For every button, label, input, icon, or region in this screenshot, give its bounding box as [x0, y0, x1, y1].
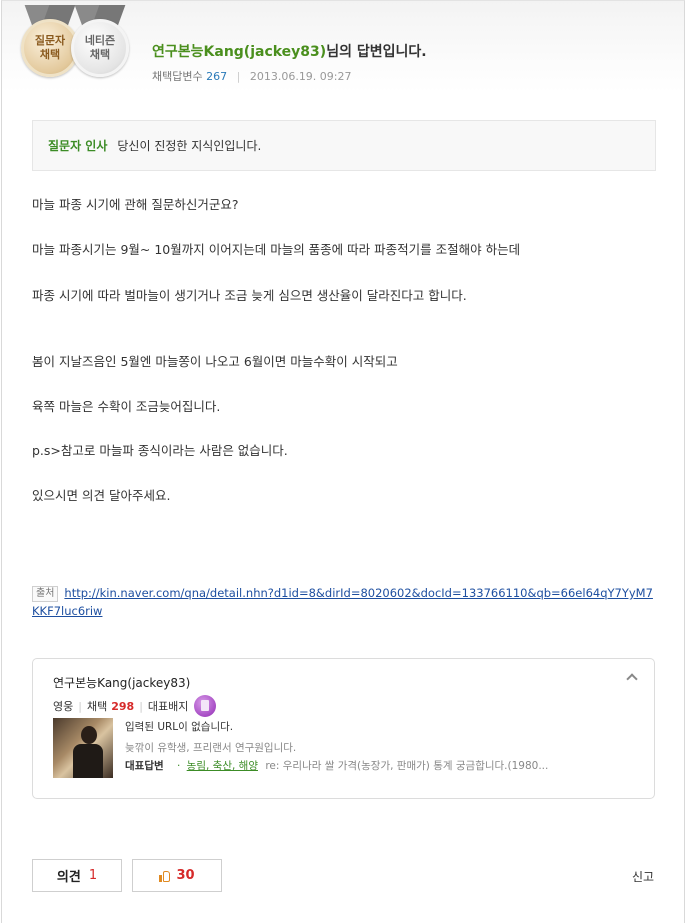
answer-paragraph: 파종 시기에 따라 벌마늘이 생기거나 조금 늦게 심으면 생산율이 달라진다고…	[32, 288, 467, 303]
medal-disc: 네티즌 채택	[71, 19, 129, 77]
report-link[interactable]: 신고	[632, 868, 654, 885]
rep-answer-label: 대표답변	[125, 760, 164, 772]
answerer-name-link[interactable]: 연구본능Kang(jackey83)	[152, 44, 326, 60]
badge-icon[interactable]	[194, 695, 217, 717]
answer-paragraph: 육쪽 마늘은 수확이 조금늦어집니다.	[32, 399, 221, 414]
answer-panel: 질문자 채택 네티즌 채택 연구본능Kang(jackey83)님의 답변입니다…	[1, 0, 685, 923]
adopt-count: 298	[111, 699, 135, 713]
greeting-text: 당신이 진정한 지식인입니다.	[117, 139, 262, 153]
medal-text: 질문자	[34, 34, 66, 47]
like-button[interactable]: 30	[132, 859, 222, 892]
stats-divider: |	[78, 699, 82, 713]
source-tag: 출처	[32, 586, 59, 602]
profile-name[interactable]: 연구본능Kang(jackey83)	[53, 674, 190, 691]
medal-text: 네티즌	[84, 34, 116, 47]
profile-url: 입력된 URL이 없습니다.	[125, 721, 234, 733]
source-link[interactable]: http://kin.naver.com/qna/detail.nhn?d1id…	[32, 586, 653, 618]
badge-label: 대표배지	[147, 700, 189, 713]
profile-stats: 영웅 | 채택 298 | 대표배지	[53, 695, 217, 717]
rep-answer-bullet: ·	[176, 760, 181, 772]
greeting-label: 질문자 인사	[48, 139, 108, 153]
answer-paragraph: 봄이 지날즈음인 5월엔 마늘쫑이 나오고 6월이면 마늘수확이 시작되고	[32, 354, 398, 369]
answer-date: 2013.06.19. 09:27	[249, 70, 352, 83]
thumbs-up-icon	[159, 870, 171, 882]
opinion-count: 1	[88, 868, 98, 883]
medal-text: 채택	[89, 48, 111, 61]
source-citation: 출처 http://kin.naver.com/qna/detail.nhn?d1…	[32, 584, 657, 620]
adopted-count: 267	[206, 70, 228, 83]
adopt-label: 채택	[86, 700, 108, 713]
answer-title: 연구본능Kang(jackey83)님의 답변입니다.	[152, 41, 427, 61]
answer-meta: 채택답변수 267 | 2013.06.19. 09:27	[152, 68, 352, 84]
profile-intro: 늦깎이 유학생, 프리랜서 연구원입니다.	[125, 742, 297, 754]
meta-divider: |	[236, 70, 241, 83]
questioner-greeting: 질문자 인사 당신이 진정한 지식인입니다.	[32, 120, 656, 171]
answer-paragraph: 마늘 파종 시기에 관해 질문하신거군요?	[32, 197, 239, 212]
answer-title-suffix: 님의 답변입니다.	[326, 44, 427, 60]
avatar[interactable]	[53, 718, 113, 778]
opinion-button[interactable]: 의견 1	[32, 859, 122, 892]
netizen-adopted-medal: 네티즌 채택	[71, 5, 129, 83]
answer-header: 질문자 채택 네티즌 채택 연구본능Kang(jackey83)님의 답변입니다…	[2, 1, 684, 93]
collapse-chevron-icon[interactable]	[626, 673, 638, 685]
adopted-count-label: 채택답변수	[152, 70, 203, 83]
answerer-profile-card: 연구본능Kang(jackey83) 영웅 | 채택 298 | 대표배지 입력…	[32, 658, 655, 799]
medal-text: 채택	[39, 48, 61, 61]
rep-answer-question[interactable]: re: 우리나라 쌀 가격(농장가, 판매가) 통계 궁금합니다.(1980..…	[265, 760, 548, 772]
opinion-label: 의견	[56, 870, 81, 885]
like-count: 30	[176, 868, 195, 883]
answer-paragraph: p.s>참고로 마늘파 종식이라는 사람은 없습니다.	[32, 443, 288, 458]
profile-rank: 영웅	[53, 700, 74, 713]
answer-paragraph: 있으시면 의견 달아주세요.	[32, 488, 171, 503]
rep-answer-category-link[interactable]: 농림, 축산, 해양	[187, 760, 258, 772]
stats-divider: |	[139, 699, 143, 713]
representative-answer: 대표답변 · 농림, 축산, 해양 re: 우리나라 쌀 가격(농장가, 판매가…	[125, 758, 548, 773]
answer-paragraph: 마늘 파종시기는 9월~ 10월까지 이어지는데 마늘의 품종에 따라 파종적기…	[32, 242, 521, 257]
